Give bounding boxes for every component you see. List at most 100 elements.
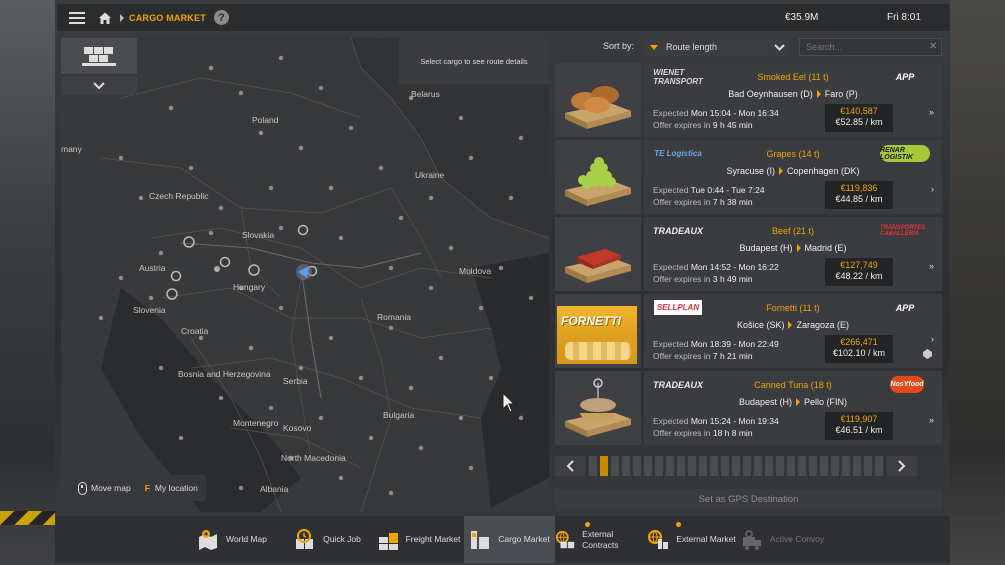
previous-page-button[interactable] xyxy=(555,456,585,476)
price-per-km: €46.51 / km xyxy=(835,425,883,435)
page-indicator[interactable] xyxy=(644,456,652,476)
cargo-thumbnail: FORNETTI xyxy=(555,294,641,368)
page-indicator[interactable] xyxy=(589,456,597,476)
sort-select[interactable]: Route length xyxy=(643,38,769,56)
page-indicator[interactable] xyxy=(655,456,663,476)
offer-card[interactable]: TRADEAUX NosYfood Canned Tuna (18 t) Bud… xyxy=(555,371,942,445)
chevron-down-icon xyxy=(93,82,105,90)
urgency-icon: › xyxy=(931,334,934,344)
expires-label: Offer expires in xyxy=(653,428,711,438)
map-label: Montenegro xyxy=(233,418,279,428)
page-indicator[interactable] xyxy=(721,456,729,476)
top-bar: CARGO MARKET ? €35.9M Fri 8:01 xyxy=(57,4,950,31)
map-label: Austria xyxy=(139,263,166,273)
my-location-label[interactable]: My location xyxy=(155,483,198,493)
cargo-name: Grapes (14 t) xyxy=(766,149,820,159)
page-indicator[interactable] xyxy=(611,456,619,476)
map-controls-legend: Move map F My location xyxy=(68,475,206,501)
destination: Pello (FIN) xyxy=(804,397,848,407)
offer-card[interactable]: TE Logistica RENAR LOGISTIK Grapes (14 t… xyxy=(555,140,942,214)
urgency-icon: » xyxy=(928,415,934,425)
active-convoy-icon xyxy=(742,529,761,550)
page-indicator[interactable] xyxy=(754,456,762,476)
price-box: €140,587 €52.85 / km xyxy=(825,104,893,132)
offer-expiry: Offer expires in 9 h 45 min xyxy=(653,120,753,130)
page-indicator[interactable] xyxy=(732,456,740,476)
map-label: Kosovo xyxy=(283,423,312,433)
page-indicator[interactable] xyxy=(798,456,806,476)
page-indicator[interactable] xyxy=(776,456,784,476)
nav-world-map[interactable]: World Map xyxy=(182,516,282,563)
map-label: Bulgaria xyxy=(383,410,415,420)
collapse-filter-button[interactable] xyxy=(61,77,137,95)
page-indicator[interactable] xyxy=(787,456,795,476)
set-gps-destination-button[interactable]: Set as GPS Destination xyxy=(555,489,942,510)
offer-info: TRADEAUX NosYfood Canned Tuna (18 t) Bud… xyxy=(644,371,942,445)
price: €127,749 xyxy=(840,260,878,270)
page-indicator[interactable] xyxy=(622,456,630,476)
sort-direction-icon xyxy=(650,44,658,50)
nav-cargo-market[interactable]: Cargo Market xyxy=(464,516,555,563)
nav-quick-job[interactable]: Quick Job xyxy=(282,516,373,563)
map-label: Ukraine xyxy=(415,170,445,180)
page-indicator[interactable] xyxy=(688,456,696,476)
page-indicator[interactable] xyxy=(842,456,850,476)
urgency-icon: › xyxy=(931,184,934,194)
nav-label: External Contracts xyxy=(582,528,619,550)
sort-dropdown-button[interactable] xyxy=(770,38,789,56)
page-indicator[interactable] xyxy=(864,456,872,476)
expires-label: Offer expires in xyxy=(653,120,711,130)
destination: Faro (P) xyxy=(824,89,858,99)
home-icon[interactable] xyxy=(98,11,112,25)
page-indicator[interactable] xyxy=(765,456,773,476)
chevron-left-icon xyxy=(566,460,574,472)
origin: Košice (SK) xyxy=(736,320,785,330)
map-panel[interactable]: Belarus Poland many Ukraine Czech Republ… xyxy=(61,38,549,512)
page-indicator[interactable] xyxy=(820,456,828,476)
help-icon[interactable]: ? xyxy=(213,10,229,25)
offer-card[interactable]: WIENET TRANSPORT APP Smoked Eel (11 t) B… xyxy=(555,63,942,137)
pagination xyxy=(555,456,942,476)
page-indicator[interactable] xyxy=(743,456,751,476)
chevron-down-icon xyxy=(774,43,785,51)
menu-icon[interactable] xyxy=(69,11,85,24)
game-clock: Fri 8:01 xyxy=(887,12,921,23)
nav-active-convoy: Active Convoy xyxy=(737,516,828,563)
search-input[interactable] xyxy=(799,38,942,56)
page-indicator[interactable] xyxy=(666,456,674,476)
price-box: €119,907 €46.51 / km xyxy=(825,412,893,440)
cargo-name: Beef (21 t) xyxy=(771,226,815,236)
nav-external-contracts[interactable]: External Contracts xyxy=(555,516,646,563)
page-indicator[interactable] xyxy=(853,456,861,476)
offer-expiry: Offer expires in 7 h 21 min xyxy=(653,351,753,361)
page-indicator[interactable] xyxy=(875,456,883,476)
money-balance: €35.9M xyxy=(785,12,819,23)
page-indicator[interactable] xyxy=(633,456,641,476)
clear-search-icon[interactable]: ✕ xyxy=(929,41,940,52)
mouse-icon xyxy=(78,481,87,495)
page-indicator[interactable] xyxy=(809,456,817,476)
page-indicator[interactable] xyxy=(699,456,707,476)
expires-value: 7 h 38 min xyxy=(712,197,753,207)
map-label: Romania xyxy=(377,312,412,322)
expected-label: Expected xyxy=(653,108,689,118)
page-indicator[interactable] xyxy=(710,456,718,476)
next-page-button[interactable] xyxy=(887,456,917,476)
world-map-icon xyxy=(199,529,218,550)
offer-card[interactable]: FORNETTI SELLPLAN APP Fornetti (11 t) Ko… xyxy=(555,294,942,368)
page-indicator[interactable] xyxy=(677,456,685,476)
page-indicator[interactable] xyxy=(831,456,839,476)
key-f-label: F xyxy=(144,483,150,493)
nav-freight-market[interactable]: Freight Market xyxy=(373,516,464,563)
page-indicator-active[interactable] xyxy=(600,456,608,476)
map-label: Czech Republic xyxy=(149,191,209,201)
expected-value: Mon 15:24 - Mon 19:34 xyxy=(690,416,779,426)
expires-value: 3 h 49 min xyxy=(712,274,753,284)
cursor-icon xyxy=(502,392,516,413)
offer-card[interactable]: TRADEAUX TRANSPORTES CABALLERÍA Beef (21… xyxy=(555,217,942,291)
cargo-thumbnail xyxy=(555,63,641,137)
cargo-filter-button[interactable] xyxy=(61,38,137,74)
price-box: €266,471 €102.10 / km xyxy=(825,335,893,363)
nav-external-market[interactable]: External Market xyxy=(646,516,737,563)
sort-bar: Sort by: Route length ✕ xyxy=(555,38,946,57)
